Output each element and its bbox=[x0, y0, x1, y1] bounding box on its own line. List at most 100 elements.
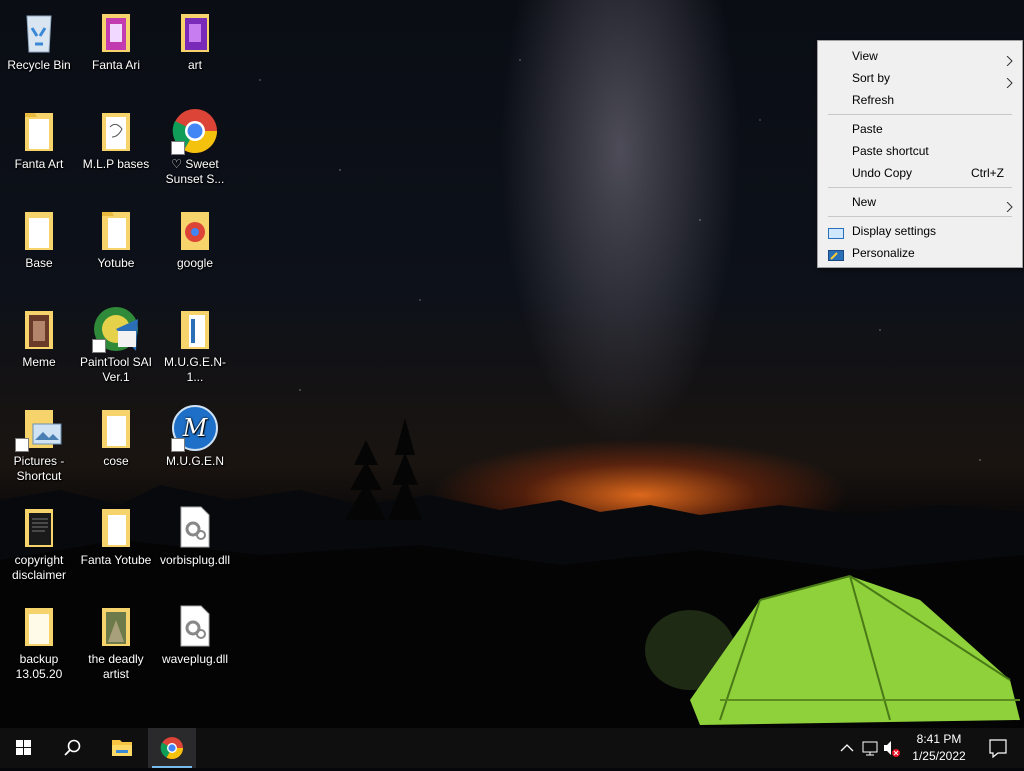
folder-icon bbox=[92, 8, 140, 56]
menu-separator bbox=[828, 216, 1012, 217]
desktop-icon-backup[interactable]: backup 13.05.20 bbox=[0, 602, 78, 682]
desktop-icon-label: copyright disclaimer bbox=[11, 553, 66, 582]
mugen-icon: M bbox=[171, 404, 219, 452]
desktop-icon-google[interactable]: google bbox=[156, 206, 234, 271]
desktop-icon-recycle-bin[interactable]: Recycle Bin bbox=[0, 8, 78, 73]
desktop-icon-fanta-art[interactable]: Fanta Art bbox=[0, 107, 78, 172]
desktop-icon-mugen[interactable]: M M.U.G.E.N bbox=[156, 404, 234, 469]
taskbar: 8:41 PM 1/25/2022 bbox=[0, 728, 1024, 768]
network-icon bbox=[862, 741, 878, 756]
desktop-icon-fanta-yotube[interactable]: Fanta Yotube bbox=[77, 503, 155, 568]
desktop-icon-cose[interactable]: cose bbox=[77, 404, 155, 469]
file-explorer-button[interactable] bbox=[98, 728, 146, 768]
folder-icon bbox=[15, 206, 63, 254]
folder-icon bbox=[92, 107, 140, 155]
chevron-right-icon bbox=[1006, 197, 1014, 219]
desktop-icon-label: PaintTool SAI Ver.1 bbox=[79, 355, 153, 384]
menu-item-display-settings[interactable]: Display settings bbox=[818, 220, 1022, 242]
desktop-icon-mlp-bases[interactable]: M.L.P bases bbox=[77, 107, 155, 172]
painttool-sai-icon bbox=[92, 305, 140, 353]
taskbar-clock[interactable]: 8:41 PM 1/25/2022 bbox=[906, 731, 972, 765]
chrome-icon bbox=[171, 107, 219, 155]
chrome-icon bbox=[152, 737, 192, 768]
desktop-icon-pictures-shortcut[interactable]: Pictures - Shortcut bbox=[0, 404, 78, 484]
desktop-icon-label: M.U.G.E.N bbox=[165, 454, 224, 468]
desktop-icon-label: ♡ Sweet Sunset S... bbox=[165, 157, 225, 186]
start-button[interactable] bbox=[0, 728, 48, 768]
menu-separator bbox=[828, 187, 1012, 188]
start-icon bbox=[16, 740, 31, 755]
menu-item-label: Personalize bbox=[852, 246, 915, 260]
clock-date: 1/25/2022 bbox=[912, 749, 966, 763]
desktop-icon-label: the deadly artist bbox=[88, 652, 144, 681]
menu-item-label: Undo Copy bbox=[852, 166, 913, 180]
desktop-icon-label: waveplug.dll bbox=[161, 652, 229, 666]
desktop-icon-label: Recycle Bin bbox=[7, 58, 71, 72]
desktop-icon-label: vorbisplug.dll bbox=[159, 553, 231, 567]
desktop-icon-the-deadly-artist[interactable]: the deadly artist bbox=[77, 602, 155, 682]
menu-item-paste-shortcut[interactable]: Paste shortcut bbox=[818, 140, 1022, 162]
desktop-icon-label: Fanta Ari bbox=[91, 58, 141, 72]
shortcut-arrow-icon bbox=[15, 438, 29, 452]
action-center-button[interactable] bbox=[978, 728, 1018, 768]
desktop-icon-label: Fanta Yotube bbox=[80, 553, 152, 567]
menu-item-paste[interactable]: Paste bbox=[818, 118, 1022, 140]
menu-item-sort-by[interactable]: Sort by bbox=[818, 67, 1022, 89]
desktop-icon-fanta-ari[interactable]: Fanta Ari bbox=[77, 8, 155, 73]
menu-item-personalize[interactable]: Personalize bbox=[818, 242, 1022, 264]
menu-item-undo-copy[interactable]: Undo Copy Ctrl+Z bbox=[818, 162, 1022, 184]
desktop-icon-label: google bbox=[176, 256, 214, 270]
folder-icon bbox=[92, 404, 140, 452]
desktop-icon-meme[interactable]: Meme bbox=[0, 305, 78, 370]
menu-item-label: View bbox=[852, 49, 878, 63]
desktop-context-menu: View Sort by Refresh Paste Paste shortcu… bbox=[817, 40, 1023, 268]
network-button[interactable] bbox=[860, 728, 882, 768]
desktop-icon-waveplug[interactable]: waveplug.dll bbox=[156, 602, 234, 667]
menu-item-label: Paste bbox=[852, 122, 883, 136]
personalize-icon bbox=[828, 247, 844, 261]
menu-separator bbox=[828, 114, 1012, 115]
show-hidden-icons-button[interactable] bbox=[838, 728, 856, 768]
folder-icon bbox=[92, 503, 140, 551]
desktop-icon-label: Meme bbox=[22, 355, 56, 369]
desktop-icon-label: art bbox=[187, 58, 202, 72]
search-icon bbox=[64, 739, 81, 756]
folder-icon bbox=[15, 503, 63, 551]
file-explorer-icon bbox=[112, 740, 132, 756]
menu-item-label: Sort by bbox=[852, 71, 891, 85]
folder-icon bbox=[15, 305, 63, 353]
desktop-icon-mugen-folder[interactable]: M.U.G.E.N-1... bbox=[156, 305, 234, 385]
desktop-icon-yotube[interactable]: Yotube bbox=[77, 206, 155, 271]
search-button[interactable] bbox=[48, 728, 96, 768]
chevron-up-icon bbox=[840, 744, 854, 752]
desktop-icon-label: backup 13.05.20 bbox=[15, 652, 63, 681]
desktop-icon-label: cose bbox=[103, 454, 129, 468]
folder-icon bbox=[171, 305, 219, 353]
menu-item-label: Display settings bbox=[852, 224, 937, 238]
desktop-icon-art[interactable]: art bbox=[156, 8, 234, 73]
menu-item-shortcut: Ctrl+Z bbox=[971, 166, 1004, 180]
desktop-icon-base[interactable]: Base bbox=[0, 206, 78, 271]
menu-item-refresh[interactable]: Refresh bbox=[818, 89, 1022, 111]
desktop-icon-label: M.L.P bases bbox=[82, 157, 150, 171]
volume-button[interactable] bbox=[882, 728, 902, 768]
chrome-taskbar-button[interactable] bbox=[148, 728, 196, 768]
desktop-icon-sweet-sunset[interactable]: ♡ Sweet Sunset S... bbox=[156, 107, 234, 187]
menu-item-label: Refresh bbox=[852, 93, 895, 107]
volume-muted-icon bbox=[884, 741, 900, 757]
folder-icon bbox=[171, 206, 219, 254]
dll-file-icon bbox=[171, 602, 219, 650]
desktop-icon-copyright-disclaimer[interactable]: copyright disclaimer bbox=[0, 503, 78, 583]
clock-time: 8:41 PM bbox=[916, 732, 962, 746]
menu-item-new[interactable]: New bbox=[818, 191, 1022, 213]
folder-icon bbox=[92, 602, 140, 650]
desktop-icon-label: Fanta Art bbox=[14, 157, 64, 171]
desktop-icon-painttool-sai[interactable]: PaintTool SAI Ver.1 bbox=[77, 305, 155, 385]
notification-icon bbox=[989, 739, 1007, 759]
shortcut-arrow-icon bbox=[92, 339, 106, 353]
folder-icon bbox=[171, 8, 219, 56]
folder-icon bbox=[15, 404, 63, 452]
recycle-bin-icon bbox=[15, 8, 63, 56]
desktop-icon-vorbisplug[interactable]: vorbisplug.dll bbox=[156, 503, 234, 568]
menu-item-view[interactable]: View bbox=[818, 45, 1022, 67]
